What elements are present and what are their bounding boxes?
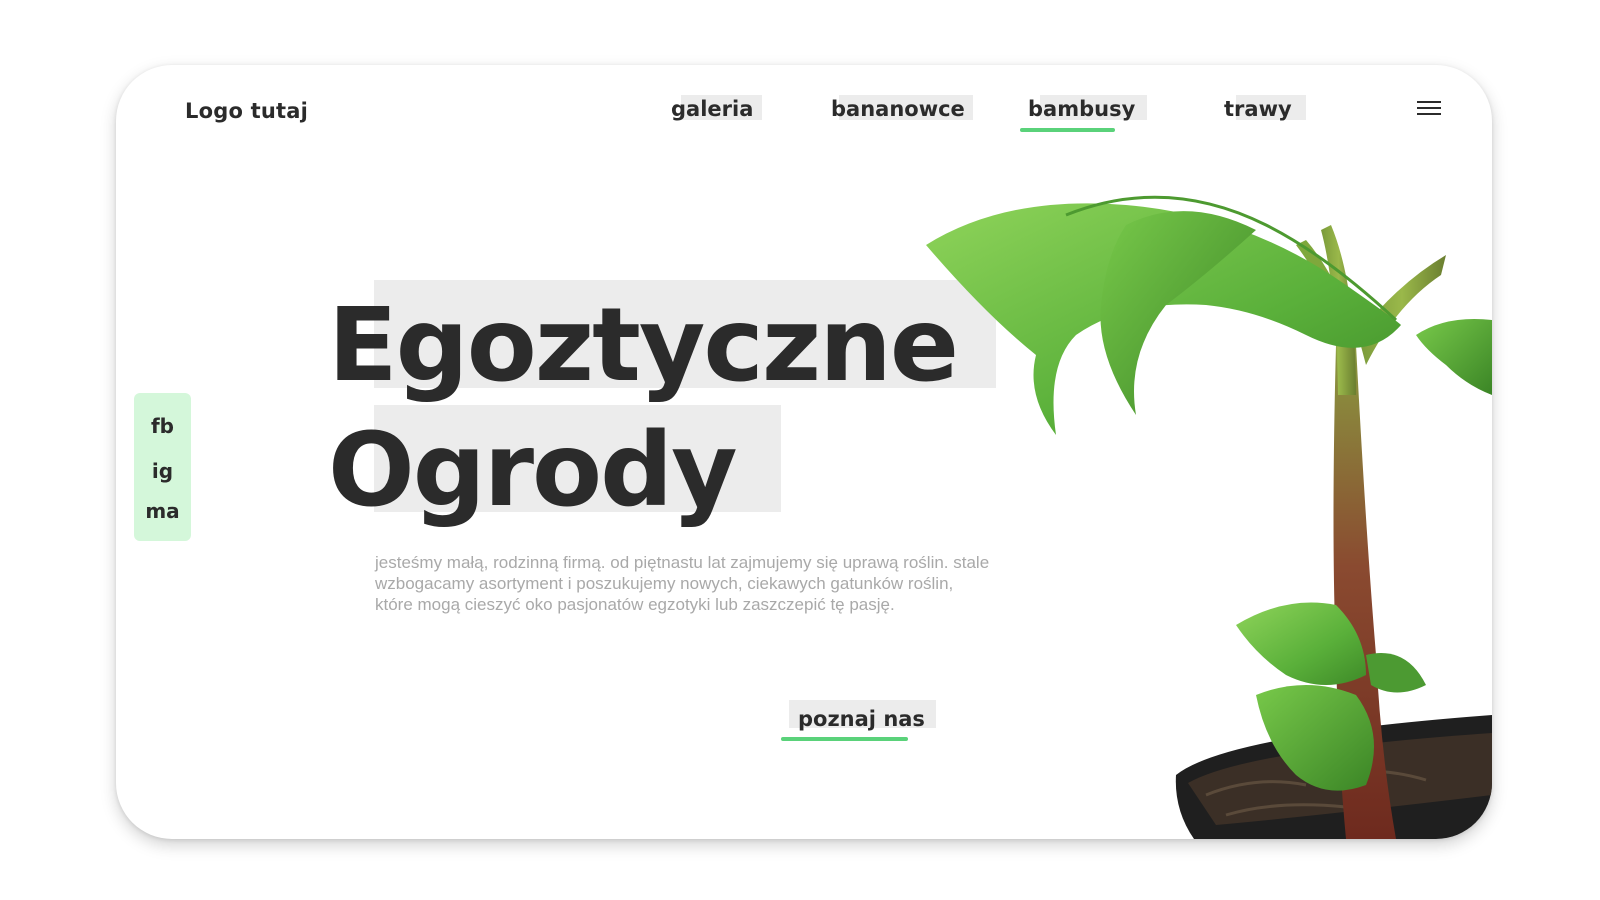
social-link-ma[interactable]: ma (134, 499, 191, 523)
nav-item-bambusy[interactable]: bambusy (1020, 95, 1147, 132)
poznaj-nas-button[interactable]: poznaj nas (781, 700, 941, 741)
nav-label: galeria (671, 97, 754, 121)
cta-label: poznaj nas (798, 707, 925, 731)
menu-bar (1417, 107, 1441, 109)
nav-label: bananowce (831, 97, 965, 121)
nav-item-galeria[interactable]: galeria (671, 95, 762, 131)
social-link-ig[interactable]: ig (134, 459, 191, 483)
banana-plant-image (926, 195, 1492, 839)
hero-title-line-1: Egoztyczne (328, 286, 959, 405)
nav-item-bananowce[interactable]: bananowce (831, 95, 973, 131)
hamburger-menu-icon[interactable] (1417, 101, 1441, 117)
social-links: fb ig ma (134, 393, 191, 541)
hero-title-line-2: Ogrody (328, 411, 738, 530)
nav-item-trawy[interactable]: trawy (1224, 95, 1306, 131)
logo[interactable]: Logo tutaj (185, 99, 308, 123)
cta-underline (781, 737, 908, 741)
nav-label: bambusy (1028, 97, 1136, 121)
nav-label: trawy (1224, 97, 1292, 121)
active-underline (1020, 128, 1115, 132)
social-link-fb[interactable]: fb (134, 414, 191, 438)
hero-description: jesteśmy małą, rodzinną firmą. od piętna… (375, 553, 990, 614)
menu-bar (1417, 101, 1441, 103)
landing-card: Logo tutaj galeria bananowce bambusy tra… (116, 65, 1492, 839)
menu-bar (1417, 113, 1441, 115)
